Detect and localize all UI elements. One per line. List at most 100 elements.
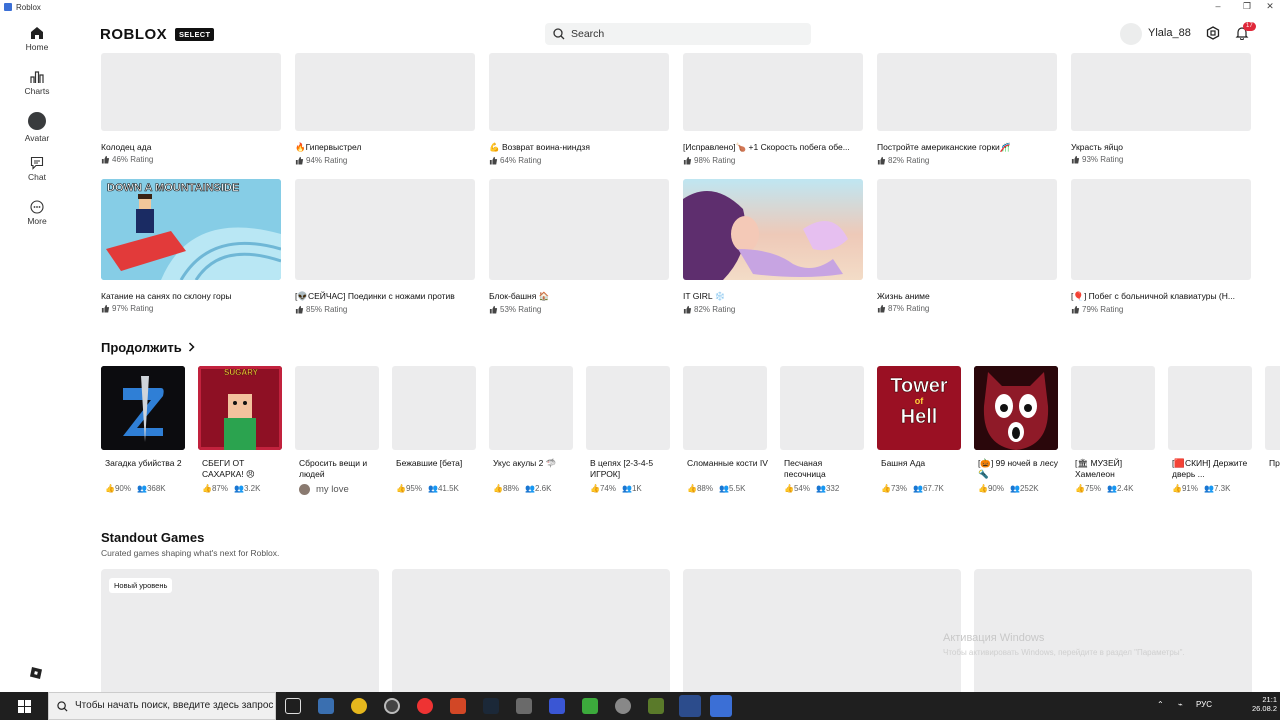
- game-thumbnail: [877, 53, 1057, 131]
- start-button[interactable]: [0, 692, 48, 720]
- search-bar[interactable]: [545, 23, 811, 45]
- continue-game-tile[interactable]: Tower of Hell Башня Ада 👍73% 👥67.7K: [877, 366, 962, 493]
- continue-game-tile[interactable]: Сбросить вещи и людей my love: [295, 366, 380, 495]
- sled-ride-thumbnail-art: [101, 179, 281, 280]
- game-card[interactable]: Жизнь аниме 87% Rating: [877, 179, 1057, 313]
- minecraft-launcher-icon[interactable]: [582, 698, 598, 714]
- calculator-icon[interactable]: [318, 698, 334, 714]
- game-stats: 👍88% 👥5.5K: [687, 484, 746, 493]
- featured-game-card[interactable]: [974, 569, 1252, 692]
- continue-game-tile[interactable]: [🟥СКИН] Держите дверь ... 👍91% 👥7.3K: [1168, 366, 1253, 493]
- game-card[interactable]: Блок-башня 🏠 53% Rating: [489, 179, 669, 314]
- network-icon[interactable]: ⌁: [1178, 700, 1183, 709]
- taskbar-search[interactable]: [48, 692, 276, 720]
- yandex-browser-icon[interactable]: [417, 698, 433, 714]
- continue-game-tile[interactable]: Бежавшие [бета] 👍95% 👥41.5K: [392, 366, 477, 493]
- ea-app-icon[interactable]: [679, 695, 701, 717]
- continue-game-tile[interactable]: Укус акулы 2 🦈 👍88% 👥2.6K: [489, 366, 574, 493]
- game-title: Сбросить вещи и людей: [299, 458, 368, 479]
- sidebar-item-chat[interactable]: Chat: [0, 156, 74, 182]
- close-icon[interactable]: ✕: [1263, 1, 1277, 12]
- game-card[interactable]: IT GIRL ❄️ 82% Rating: [683, 179, 863, 314]
- app-icon[interactable]: [615, 698, 631, 714]
- continue-game-tile[interactable]: Пр по: [1265, 366, 1280, 482]
- obs-icon[interactable]: [384, 698, 400, 714]
- app-launcher-icon[interactable]: [549, 698, 565, 714]
- minecraft-icon[interactable]: [648, 698, 664, 714]
- mermaid-thumbnail-art: [683, 179, 863, 280]
- continue-game-tile[interactable]: [🏛 МУЗЕЙ] Хамелеон 👍75% 👥2.4K: [1071, 366, 1156, 493]
- roblox-studio-icon[interactable]: [516, 698, 532, 714]
- user-avatar[interactable]: [1120, 23, 1142, 45]
- thumbs-up-icon: [1071, 305, 1080, 314]
- game-title: [🎈] Побег с больничной клавиатуры (Н...: [1071, 291, 1235, 301]
- game-card[interactable]: [Исправлено]🍗 +1 Скорость побега обе... …: [683, 53, 863, 165]
- language-indicator[interactable]: РУС: [1196, 700, 1212, 709]
- roblox-logo[interactable]: ROBLOX: [100, 26, 167, 43]
- featured-game-card[interactable]: [392, 569, 670, 692]
- featured-game-card[interactable]: [683, 569, 961, 692]
- windows-activation-title: Активация Windows: [943, 632, 1045, 644]
- minimize-icon[interactable]: –: [1211, 1, 1225, 11]
- game-thumbnail: [877, 179, 1057, 280]
- standout-section-title[interactable]: Standout Games: [101, 530, 204, 545]
- taskbar-search-input[interactable]: [75, 700, 275, 711]
- game-card[interactable]: Колодец ада 46% Rating: [101, 53, 281, 164]
- continue-game-tile[interactable]: Песчаная песочница 👍54% 👥332: [780, 366, 865, 493]
- game-rating: 82% Rating: [877, 156, 1057, 165]
- sidebar-item-label: More: [27, 216, 47, 226]
- maximize-icon[interactable]: ❐: [1240, 1, 1254, 12]
- window-title: Roblox: [16, 3, 41, 12]
- standout-section-subtitle: Curated games shaping what's next for Ro…: [101, 548, 280, 558]
- continue-game-tile[interactable]: SUGARY СБЕГИ ОТ САХАРКА! 😠 👍87% 👥3.2K: [198, 366, 283, 493]
- roblox-logo-icon[interactable]: [29, 666, 43, 680]
- avatar-icon: [28, 112, 46, 130]
- steam-icon[interactable]: [483, 698, 499, 714]
- continue-game-tile[interactable]: Сломанные кости IV 👍88% 👥5.5K: [683, 366, 768, 493]
- taskbar-clock[interactable]: 21:1 26.08.2: [1215, 695, 1277, 713]
- featured-game-card[interactable]: Новый уровень: [101, 569, 379, 692]
- murder-mystery-thumbnail-art: [101, 366, 185, 450]
- continue-section-header[interactable]: Продолжить: [101, 340, 195, 355]
- username[interactable]: Ylala_88: [1148, 27, 1191, 39]
- game-rating: 64% Rating: [489, 156, 669, 165]
- game-card[interactable]: [👽СЕЙЧАС] Поединки с ножами против 85% R…: [295, 179, 475, 314]
- thumbs-up-icon: [489, 156, 498, 165]
- powerpoint-icon[interactable]: [450, 698, 466, 714]
- game-stats: 👍73% 👥67.7K: [881, 484, 944, 493]
- roblox-taskbar-icon[interactable]: [710, 695, 732, 717]
- thumbs-up-icon: [295, 156, 304, 165]
- continue-game-tile[interactable]: [🎃] 99 ночей в лесу 🔦 👍90% 👥252K: [974, 366, 1059, 493]
- continue-game-tile[interactable]: Загадка убийства 2 👍90% 👥368K: [101, 366, 186, 493]
- game-stats: 👍87% 👥3.2K: [202, 484, 261, 493]
- robux-icon[interactable]: [1206, 26, 1220, 40]
- game-card[interactable]: Постройте американские горки🎢 82% Rating: [877, 53, 1057, 165]
- game-stats: 👍90% 👥368K: [105, 484, 166, 493]
- chrome-icon[interactable]: [351, 698, 367, 714]
- game-stats: 👍90% 👥252K: [978, 484, 1039, 493]
- sidebar-item-home[interactable]: Home: [0, 26, 74, 52]
- sidebar-item-more[interactable]: More: [0, 200, 74, 226]
- game-card[interactable]: DOWN A MOUNTAINSIDE Катание на санях по …: [101, 179, 281, 313]
- search-input[interactable]: [571, 27, 801, 41]
- task-view-icon[interactable]: [285, 698, 301, 714]
- home-icon: [31, 27, 43, 39]
- thumbs-up-icon: [877, 156, 886, 165]
- charts-icon: [30, 71, 44, 83]
- select-badge: SELECT: [175, 28, 215, 41]
- thumbnail-caption: Tower: [890, 375, 948, 397]
- game-card[interactable]: Украсть яйцо 93% Rating: [1071, 53, 1251, 164]
- game-card[interactable]: [🎈] Побег с больничной клавиатуры (Н... …: [1071, 179, 1251, 314]
- sidebar-item-charts[interactable]: Charts: [0, 70, 74, 96]
- tray-chevron-up-icon[interactable]: ⌃: [1157, 700, 1164, 709]
- thumbnail-caption: of: [914, 396, 924, 406]
- continue-game-tile[interactable]: В цепях [2-3-4-5 ИГРОК] 👍74% 👥1K: [586, 366, 671, 493]
- windows-activation-hint: Чтобы активировать Windows, перейдите в …: [943, 648, 1185, 657]
- game-title: Колодец ада: [101, 142, 152, 152]
- game-card[interactable]: 🔥Гипервыстрел 94% Rating: [295, 53, 475, 165]
- game-stats: 👍91% 👥7.3K: [1172, 484, 1231, 493]
- game-title: Бежавшие [бета]: [396, 458, 463, 468]
- game-card[interactable]: 💪 Возврат воина-ниндзя 64% Rating: [489, 53, 669, 165]
- sidebar-item-avatar[interactable]: Avatar: [0, 112, 74, 143]
- sugary-thumbnail-art: [198, 366, 282, 450]
